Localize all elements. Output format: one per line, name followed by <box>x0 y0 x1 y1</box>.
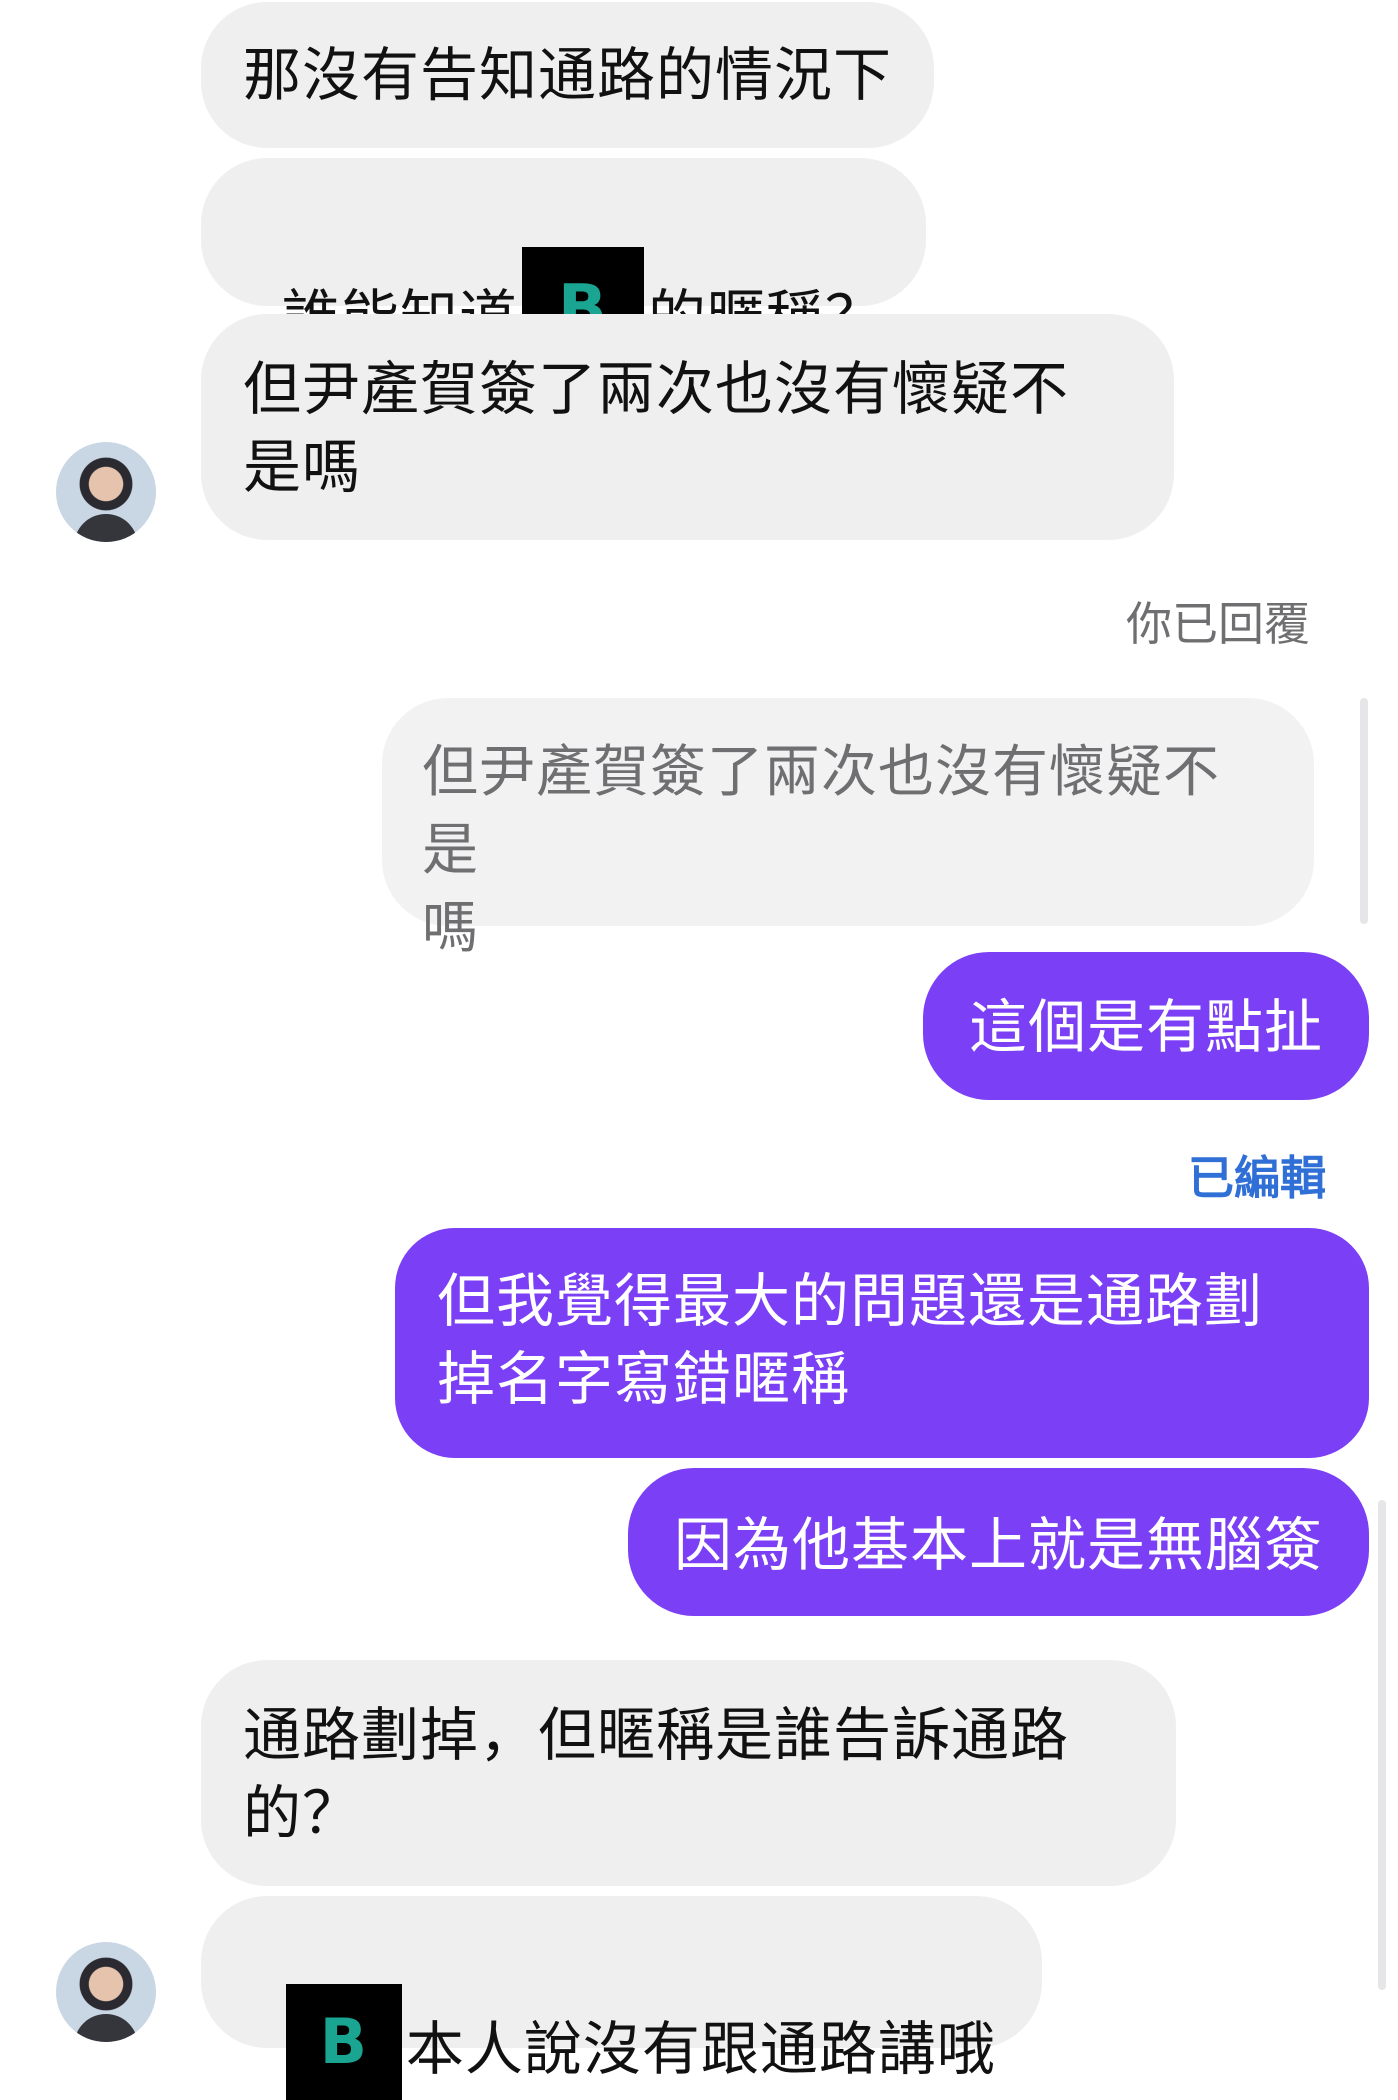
outgoing-message[interactable]: 因為他基本上就是無腦簽 <box>627 1468 1369 1616</box>
quoted-message[interactable]: 但尹產賀簽了兩次也沒有懷疑不是 嗎 <box>382 698 1314 961</box>
incoming-message[interactable]: B 本人說沒有跟通路講哦 <box>201 1896 1042 2100</box>
scrollbar[interactable] <box>1378 1500 1386 1990</box>
outgoing-message[interactable]: 這個是有點扯 <box>922 952 1369 1100</box>
contact-avatar[interactable] <box>56 442 156 542</box>
incoming-message[interactable]: 通路劃掉，但暱稱是誰告訴通路 的？ <box>201 1660 1176 1886</box>
edited-label: 已編輯 <box>1188 1151 1326 1205</box>
incoming-message[interactable]: 誰能知道B的暱稱？ <box>201 158 926 371</box>
contact-avatar[interactable] <box>56 1942 156 2042</box>
redaction-box: B <box>285 1984 402 2100</box>
incoming-message[interactable]: 那沒有告知通路的情況下 <box>201 2 935 148</box>
message-text: 本人說沒有跟通路講哦 <box>405 2015 996 2084</box>
reply-label: 你已回覆 <box>1126 597 1310 651</box>
incoming-message[interactable]: 但尹產賀簽了兩次也沒有懷疑不 是嗎 <box>201 314 1174 540</box>
outgoing-message[interactable]: 但我覺得最大的問題還是通路劃 掉名字寫錯暱稱 <box>395 1228 1369 1458</box>
quote-scrollbar <box>1360 698 1368 924</box>
